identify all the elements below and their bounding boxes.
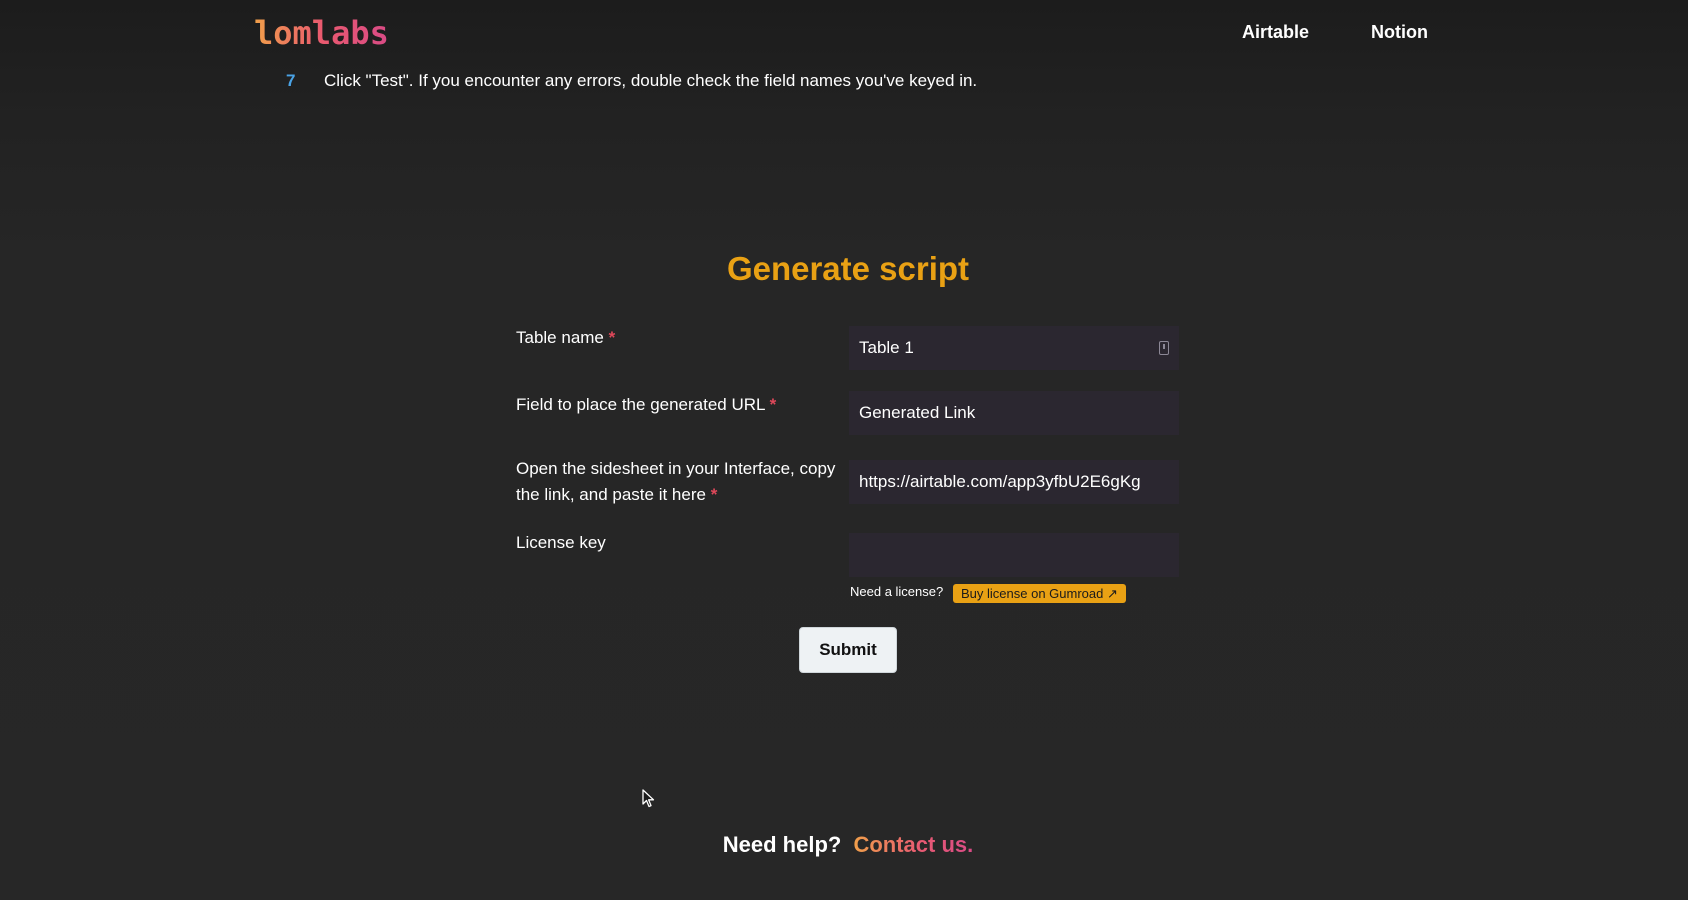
license-key-label: License key [516,530,836,556]
sidesheet-link-label: Open the sidesheet in your Interface, co… [516,456,836,508]
logo[interactable]: lomlabs [254,14,389,52]
step-number: 7 [286,71,296,90]
url-field-input[interactable]: Generated Link [849,391,1179,435]
url-field-label: Field to place the generated URL * [516,392,836,418]
submit-button[interactable]: Submit [799,627,897,673]
form-title: Generate script [726,250,970,287]
required-marker: * [769,395,777,414]
table-name-label: Table name * [516,325,836,351]
autofill-icon[interactable] [1159,341,1169,355]
mouse-cursor-icon [642,789,655,808]
help-question: Need help? [722,832,842,857]
page: lomlabs Airtable Notion 7 Click "Test". I… [0,0,1688,900]
help-footer: Need help? Contact us. [0,832,1688,858]
step-item: 7 Click "Test". If you encounter any erro… [286,71,977,91]
table-name-value: Table 1 [859,338,914,357]
license-hint: Need a license? [850,584,944,599]
contact-us-link[interactable]: Contact us. [853,832,973,857]
sidesheet-link-value: https://airtable.com/app3yfbU2E6gKg [859,472,1141,491]
nav-link-notion[interactable]: Notion [1371,22,1428,43]
license-key-input[interactable] [849,533,1179,577]
url-field-label-text: Field to place the generated URL [516,395,765,414]
table-name-label-text: Table name [516,328,604,347]
required-marker: * [608,328,616,347]
license-key-label-text: License key [516,533,606,552]
sidesheet-link-input[interactable]: https://airtable.com/app3yfbU2E6gKg [849,460,1179,504]
buy-license-button[interactable]: Buy license on Gumroad ↗ [953,584,1126,603]
nav-link-airtable[interactable]: Airtable [1242,22,1309,43]
sidesheet-link-label-text: Open the sidesheet in your Interface, co… [516,459,836,504]
step-text: Click "Test". If you encounter any error… [324,71,978,90]
table-name-input[interactable]: Table 1 [849,326,1179,370]
required-marker: * [710,485,718,504]
url-field-value: Generated Link [859,403,976,422]
